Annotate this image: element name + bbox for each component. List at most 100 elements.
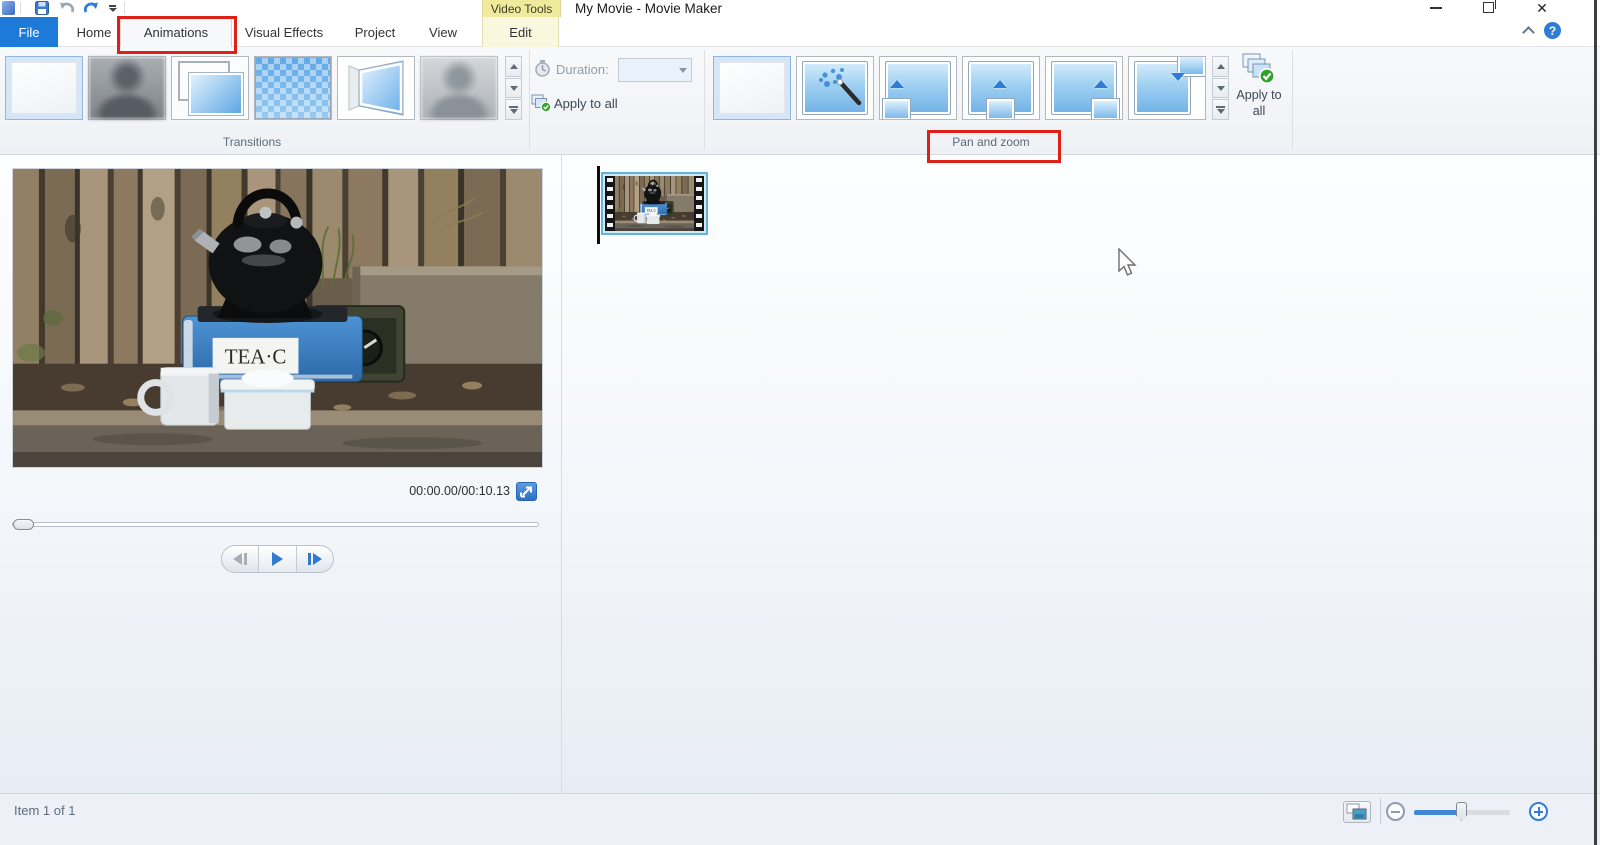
fullscreen-button[interactable] [516, 482, 537, 501]
panzoom-item-automatic[interactable] [796, 56, 874, 120]
gallery-scroll-down-button[interactable] [505, 77, 522, 99]
transition-item-diagonal[interactable] [171, 56, 249, 120]
duration-clock-icon [535, 60, 550, 77]
plus-icon [1534, 807, 1543, 816]
crossfade-icon [89, 57, 165, 119]
tab-animations[interactable]: Animations [120, 17, 232, 47]
transition-item-crossfade[interactable] [88, 56, 166, 120]
clip-thumbnail [615, 176, 694, 231]
zoom-in-button[interactable] [1529, 802, 1548, 821]
triangle-down-icon [1216, 108, 1225, 114]
tab-edit[interactable]: Edit [482, 17, 559, 47]
mouse-cursor [1118, 248, 1137, 276]
close-icon: ✕ [1536, 0, 1548, 16]
next-frame-button[interactable] [297, 546, 333, 572]
tab-visual-effects[interactable]: Visual Effects [238, 17, 330, 47]
restore-button[interactable] [1477, 0, 1499, 15]
panzoom-apply-to-all-button[interactable]: Apply to all [1233, 53, 1285, 145]
transition-item-flip[interactable] [337, 56, 415, 120]
previous-frame-button[interactable] [222, 546, 258, 572]
gallery-scroll-down-button[interactable] [1212, 77, 1229, 99]
apply-to-all-button[interactable]: Apply to all [554, 96, 618, 111]
close-button[interactable]: ✕ [1531, 0, 1553, 15]
storyboard-playhead[interactable] [597, 166, 600, 244]
group-divider [1292, 50, 1293, 150]
chevron-down-icon [108, 4, 117, 12]
playback-controls [221, 545, 334, 573]
filmstrip-sprockets-right [694, 176, 704, 231]
transitions-group-label: Transitions [222, 135, 282, 149]
collapse-ribbon-button[interactable] [1521, 26, 1535, 39]
movie-maker-window: TEA·C [0, 0, 1600, 845]
zoom-out-button[interactable] [1386, 802, 1405, 821]
duration-label: Duration: [556, 62, 609, 77]
more-icon [1216, 105, 1225, 108]
redo-button[interactable] [82, 0, 99, 16]
no-pan-zoom-icon [719, 62, 785, 114]
thumbnail-view-icon [1346, 803, 1367, 820]
filmstrip [605, 176, 704, 231]
panzoom-group-label: Pan and zoom [952, 135, 1030, 149]
more-icon [509, 105, 518, 108]
help-button[interactable]: ? [1544, 22, 1561, 39]
qat-dropdown-button[interactable] [106, 0, 119, 16]
fade-icon [421, 57, 497, 119]
chevron-down-icon [679, 68, 687, 73]
window-right-edge [1594, 0, 1597, 845]
gallery-more-button[interactable] [505, 99, 522, 121]
undo-button[interactable] [58, 0, 75, 16]
duration-combobox[interactable] [618, 58, 692, 82]
panzoom-item-zoom-out[interactable] [1128, 56, 1206, 120]
ribbon-tab-row: File Home Animations Visual Effects Proj… [0, 17, 1600, 47]
seek-slider-track[interactable] [12, 522, 539, 527]
timecode-display: 00:00.00/00:10.13 [409, 484, 510, 498]
diagonal-box-out-icon [172, 57, 248, 119]
automatic-pan-zoom-icon [797, 57, 873, 119]
group-divider [529, 50, 530, 150]
panzoom-item-zoom-in-center[interactable] [962, 56, 1040, 120]
triangle-up-icon [509, 63, 518, 69]
restore-icon [1482, 0, 1496, 13]
transition-item-fade[interactable] [420, 56, 498, 120]
storyboard-clip[interactable] [601, 172, 708, 235]
zoom-out-top-right-icon [1129, 57, 1205, 119]
apply-to-all-icon [531, 94, 552, 113]
apply-to-all-stacked-icon [1242, 53, 1275, 84]
fullscreen-icon [520, 486, 532, 498]
panzoom-item-zoom-in-left[interactable] [879, 56, 957, 120]
minimize-button[interactable] [1425, 0, 1447, 15]
dissolve-icon [255, 57, 331, 119]
group-divider [704, 50, 705, 150]
tab-project[interactable]: Project [342, 17, 408, 47]
panzoom-item-zoom-in-right[interactable] [1045, 56, 1123, 120]
contextual-tab-group-label: Video Tools [482, 0, 561, 17]
seek-slider-thumb[interactable] [13, 519, 34, 530]
window-title: My Movie - Movie Maker [575, 1, 723, 16]
gallery-more-button[interactable] [1212, 99, 1229, 121]
play-button[interactable] [258, 546, 297, 572]
minimize-icon [1430, 6, 1442, 9]
tab-file[interactable]: File [0, 17, 58, 47]
zoom-in-bottom-left-icon [880, 57, 956, 119]
minus-icon [1391, 810, 1400, 813]
app-icon[interactable] [2, 1, 15, 15]
transitions-gallery-scrollbar [505, 56, 522, 121]
triangle-down-icon [509, 85, 518, 91]
video-preview-frame[interactable] [12, 168, 543, 468]
transition-item-no-transition[interactable] [5, 56, 83, 120]
divider [20, 2, 21, 14]
zoom-in-bottom-center-icon [963, 57, 1039, 119]
gallery-scroll-up-button[interactable] [1212, 56, 1229, 77]
panzoom-item-none[interactable] [713, 56, 791, 120]
next-frame-icon [312, 553, 322, 565]
save-button[interactable] [34, 0, 50, 16]
thumbnail-view-button[interactable] [1343, 801, 1371, 823]
save-icon [35, 1, 49, 15]
transition-item-dissolve[interactable] [254, 56, 332, 120]
zoom-slider-thumb[interactable] [1456, 802, 1467, 821]
tab-view[interactable]: View [416, 17, 470, 47]
item-count-label: Item 1 of 1 [14, 803, 76, 818]
main-content: 00:00.00/00:10.13 [0, 155, 1600, 793]
gallery-scroll-up-button[interactable] [505, 56, 522, 77]
tab-home[interactable]: Home [70, 17, 118, 47]
